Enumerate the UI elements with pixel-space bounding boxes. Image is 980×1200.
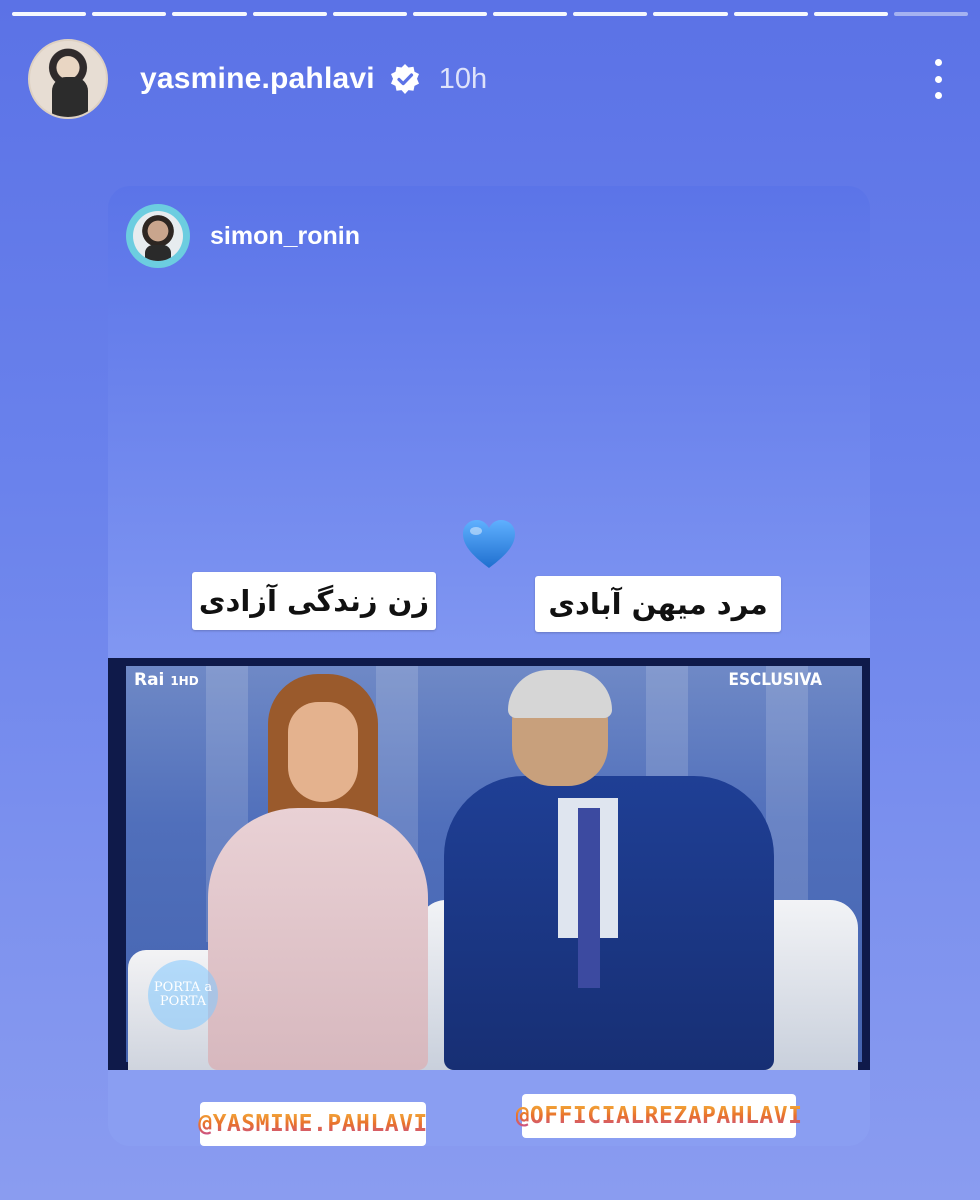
shared-post-header[interactable]: simon_ronin [126,204,360,268]
more-vertical-icon[interactable] [924,57,952,101]
progress-segment [172,12,247,16]
shared-post-card[interactable]: simon_ronin زن زندگی آزادی مرد میهن آباد… [108,186,870,1146]
progress-segment-current [893,12,969,16]
progress-segment [733,12,808,16]
mention-text: @YASMINE.PAHLAVI [198,1111,428,1137]
post-time: 10h [438,62,488,95]
progress-segment [813,12,888,16]
verified-badge-icon [389,63,421,95]
progress-segment [653,12,728,16]
progress-segment [493,12,568,16]
tv-screenshot-image: Rai 1HD ESCLUSIVA PORTA a PORTA [108,658,870,1070]
story-header: yasmine.pahlavi 10h [28,38,952,120]
slogan-sticker-left: زن زندگی آزادی [192,572,436,630]
blue-heart-icon [460,516,518,574]
progress-segment [412,12,488,16]
shared-author-avatar[interactable] [126,204,190,268]
mention-sticker-yasmine[interactable]: @YASMINE.PAHLAVI [198,1102,428,1146]
progress-segment [12,12,87,16]
author-username[interactable]: yasmine.pahlavi [140,62,375,96]
progress-segment [252,12,327,16]
channel-logo: Rai 1HD [134,670,199,690]
mention-text: @OFFICIALREZAPAHLAVI [515,1103,803,1129]
progress-segment [332,12,407,16]
progress-segment [573,12,648,16]
show-logo: PORTA a PORTA [148,960,218,1030]
slogan-sticker-right: مرد میهن آبادی [535,576,781,632]
mention-sticker-reza[interactable]: @OFFICIALREZAPAHLAVI [516,1094,802,1138]
progress-segment [92,12,167,16]
shared-author-username[interactable]: simon_ronin [210,222,360,251]
author-avatar[interactable] [28,39,108,119]
story-progress-bar [12,12,969,16]
exclusive-badge: ESCLUSIVA [728,670,822,690]
